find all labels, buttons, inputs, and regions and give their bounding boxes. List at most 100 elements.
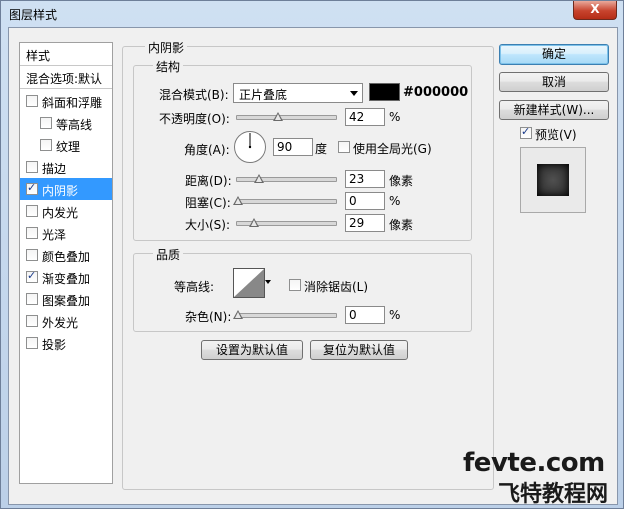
distance-label: 距离(D):: [185, 174, 232, 188]
style-item[interactable]: 纹理: [20, 134, 112, 156]
style-item[interactable]: 投影: [20, 332, 112, 354]
style-item-label: 纹理: [56, 140, 81, 154]
angle-unit: 度: [315, 142, 328, 156]
style-item-label: 描边: [42, 162, 67, 176]
window-title: 图层样式: [9, 8, 58, 22]
preview-label: 预览(V): [535, 128, 577, 142]
style-item[interactable]: 光泽: [20, 222, 112, 244]
style-item-checkbox[interactable]: [26, 161, 38, 173]
angle-dial[interactable]: [233, 130, 267, 164]
distance-unit: 像素: [389, 174, 414, 188]
style-item[interactable]: 斜面和浮雕: [20, 90, 112, 112]
style-item-checkbox[interactable]: [26, 269, 38, 283]
style-item-label: 外发光: [42, 316, 79, 330]
style-item[interactable]: 等高线: [20, 112, 112, 134]
angle-dial-icon: [234, 131, 266, 163]
set-default-button[interactable]: 设置为默认值: [201, 340, 303, 360]
size-label: 大小(S):: [185, 218, 231, 232]
style-item-label: 斜面和浮雕: [42, 96, 103, 110]
style-item[interactable]: 内发光: [20, 200, 112, 222]
style-list-header[interactable]: 样式: [20, 43, 112, 66]
choke-unit: %: [389, 194, 401, 208]
reset-default-button[interactable]: 复位为默认值: [310, 340, 408, 360]
style-item-label: 图案叠加: [42, 294, 91, 308]
blend-mode-select[interactable]: 正片叠底: [233, 83, 363, 103]
ok-button[interactable]: 确定: [499, 44, 609, 65]
style-item-checkbox[interactable]: [26, 315, 38, 327]
blend-mode-value: 正片叠底: [239, 88, 288, 102]
choke-slider-track[interactable]: [236, 199, 337, 204]
shadow-color-hex: #000000: [403, 85, 469, 100]
style-item-label: 内发光: [42, 206, 79, 220]
opacity-slider-track[interactable]: [236, 115, 337, 120]
opacity-input[interactable]: 42: [345, 108, 385, 126]
style-item-checkbox[interactable]: [26, 337, 38, 349]
style-item-checkbox[interactable]: [40, 117, 52, 129]
angle-input[interactable]: 90: [273, 138, 313, 156]
style-item-checkbox[interactable]: [26, 227, 38, 239]
style-list: 样式 混合选项:默认 斜面和浮雕等高线纹理描边内阴影内发光光泽颜色叠加渐变叠加图…: [19, 42, 113, 484]
contour-preview: [233, 268, 265, 298]
distance-input[interactable]: 23: [345, 170, 385, 188]
noise-slider-track[interactable]: [236, 313, 337, 318]
choke-label: 阻塞(C):: [185, 196, 231, 210]
style-item[interactable]: 外发光: [20, 310, 112, 332]
anti-alias-label: 消除锯齿(L): [304, 280, 369, 294]
angle-label: 角度(A):: [184, 143, 230, 157]
noise-label: 杂色(N):: [185, 310, 232, 324]
distance-slider-thumb[interactable]: [254, 174, 264, 185]
preview-swatch: [537, 164, 569, 196]
style-item-label: 投影: [42, 338, 67, 352]
style-preview: [520, 147, 586, 213]
contour-picker[interactable]: [233, 268, 273, 298]
style-item-checkbox[interactable]: [26, 293, 38, 305]
layer-style-dialog: 图层样式 X 样式 混合选项:默认 斜面和浮雕等高线纹理描边内阴影内发光光泽颜色…: [0, 0, 624, 509]
style-item[interactable]: 图案叠加: [20, 288, 112, 310]
preview-checkbox[interactable]: [520, 125, 532, 139]
noise-input[interactable]: 0: [345, 306, 385, 324]
style-item[interactable]: 渐变叠加: [20, 266, 112, 288]
opacity-slider-thumb[interactable]: [273, 112, 283, 123]
style-item-label: 内阴影: [42, 184, 79, 198]
noise-slider-thumb[interactable]: [233, 310, 243, 321]
size-unit: 像素: [389, 218, 414, 232]
choke-slider-thumb[interactable]: [233, 196, 243, 207]
blend-mode-label: 混合模式(B):: [159, 88, 229, 102]
structure-title: 结构: [153, 58, 184, 75]
blend-options-item[interactable]: 混合选项:默认: [20, 66, 112, 89]
chevron-down-icon: [350, 91, 358, 96]
distance-slider-track[interactable]: [236, 177, 337, 182]
style-item-checkbox[interactable]: [26, 95, 38, 107]
size-input[interactable]: 29: [345, 214, 385, 232]
style-item-checkbox[interactable]: [26, 181, 38, 195]
opacity-label: 不透明度(O):: [159, 112, 230, 126]
close-button[interactable]: X: [573, 1, 617, 20]
noise-unit: %: [389, 308, 401, 322]
title-bar[interactable]: 图层样式 X: [1, 1, 623, 25]
contour-label: 等高线:: [174, 280, 215, 294]
choke-input[interactable]: 0: [345, 192, 385, 210]
style-item-label: 颜色叠加: [42, 250, 91, 264]
size-slider-thumb[interactable]: [249, 218, 259, 229]
style-item[interactable]: 颜色叠加: [20, 244, 112, 266]
style-list-header-label: 样式: [26, 49, 51, 63]
global-light-checkbox[interactable]: [338, 141, 350, 153]
blend-options-label: 混合选项:默认: [26, 72, 103, 86]
style-item[interactable]: 内阴影: [20, 178, 112, 200]
dialog-body: 样式 混合选项:默认 斜面和浮雕等高线纹理描边内阴影内发光光泽颜色叠加渐变叠加图…: [8, 27, 618, 505]
inner-shadow-title: 内阴影: [145, 39, 188, 56]
global-light-label: 使用全局光(G): [353, 142, 432, 156]
new-style-button[interactable]: 新建样式(W)...: [499, 100, 609, 120]
contour-dropdown-icon: [265, 280, 271, 284]
style-item-checkbox[interactable]: [26, 205, 38, 217]
style-item-label: 光泽: [42, 228, 67, 242]
cancel-button[interactable]: 取消: [499, 72, 609, 92]
watermark-site: fevte.com: [463, 448, 605, 478]
opacity-unit: %: [389, 110, 401, 124]
shadow-color-swatch[interactable]: [369, 83, 400, 101]
style-item-checkbox[interactable]: [40, 139, 52, 151]
quality-title: 品质: [153, 246, 184, 263]
anti-alias-checkbox[interactable]: [289, 279, 301, 291]
style-item-checkbox[interactable]: [26, 249, 38, 261]
style-item[interactable]: 描边: [20, 156, 112, 178]
